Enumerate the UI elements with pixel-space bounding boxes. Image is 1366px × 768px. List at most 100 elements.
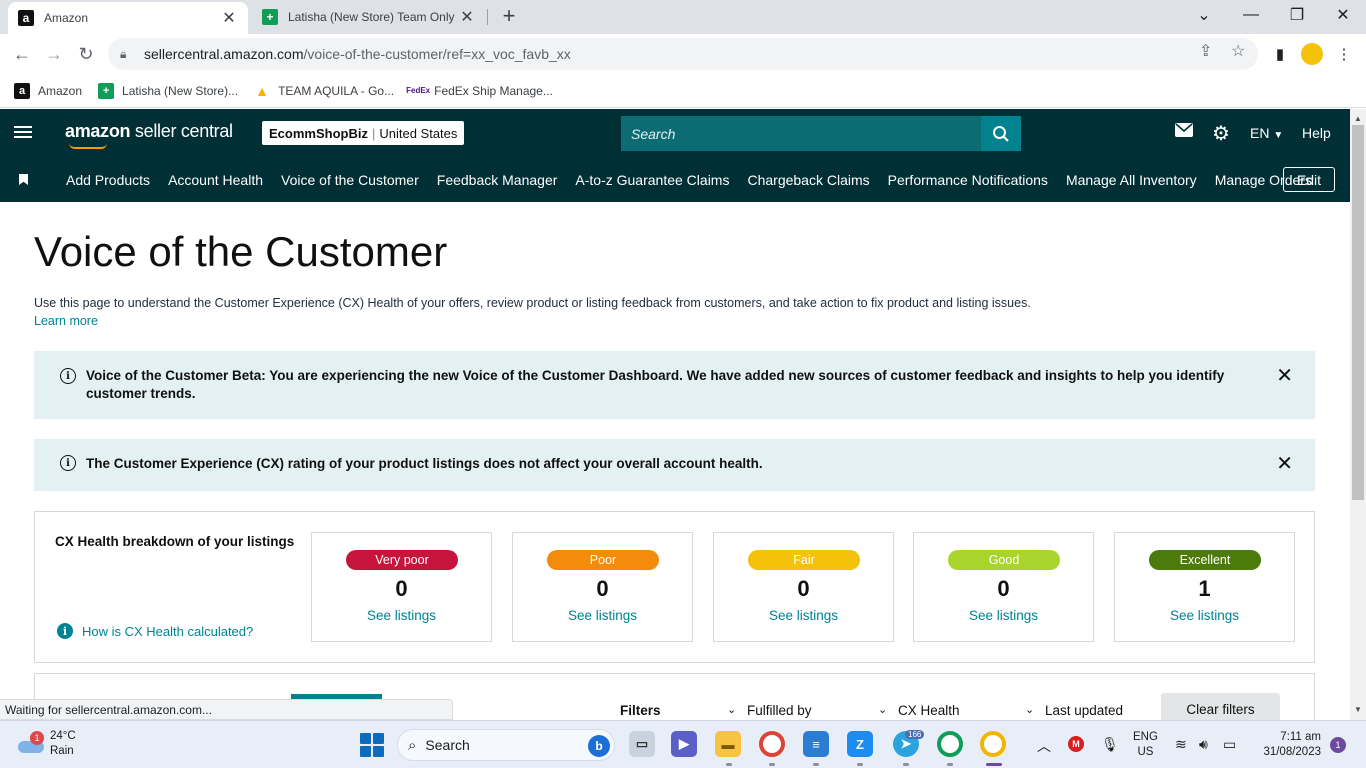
chrome-active-icon[interactable] <box>980 731 1006 757</box>
url-path: /voice-of-the-customer/ref=xx_voc_favb_x… <box>303 46 571 62</box>
close-icon[interactable]: ✕ <box>1276 454 1293 474</box>
nav-account-health[interactable]: Account Health <box>168 172 263 188</box>
tab-latisha-sheet[interactable]: + Latisha (New Store) Team Only - ✕ <box>252 0 486 34</box>
teams-icon[interactable]: ▶ <box>671 731 697 757</box>
tab-title: Latisha (New Store) Team Only - <box>288 10 458 24</box>
nav-feedback-manager[interactable]: Feedback Manager <box>437 172 558 188</box>
bookmark-icon[interactable] <box>19 174 28 185</box>
bookmark-amazon[interactable]: a Amazon <box>14 82 82 99</box>
scroll-down-icon[interactable]: ▼ <box>1350 702 1366 718</box>
close-icon[interactable]: ✕ <box>1276 366 1293 386</box>
weather-widget[interactable]: 1 24°C Rain <box>18 729 76 759</box>
microphone-icon[interactable]: 🎙︎ <box>1101 736 1119 753</box>
back-arrow-icon[interactable]: ← <box>8 40 36 68</box>
chevron-down-icon[interactable]: ⌄ <box>727 703 736 716</box>
close-tab-icon[interactable]: ✕ <box>220 8 238 28</box>
reload-icon[interactable]: ↻ <box>72 40 100 68</box>
chevron-down-icon[interactable]: ⌄ <box>878 703 887 716</box>
nav-manage-all-inventory[interactable]: Manage All Inventory <box>1066 172 1197 188</box>
learn-more-link[interactable]: Learn more <box>34 314 98 328</box>
battery-icon[interactable]: ▭ <box>1223 736 1236 753</box>
running-indicator <box>726 763 732 766</box>
beta-alert-text: Voice of the Customer Beta: You are expe… <box>86 368 1225 401</box>
rating-pill: Excellent <box>1149 550 1261 570</box>
mcafee-icon[interactable]: M <box>1068 736 1084 752</box>
chevron-up-icon[interactable]: ︿ <box>1037 736 1051 756</box>
edit-nav-button[interactable]: Edit <box>1283 167 1335 192</box>
wifi-icon[interactable]: ≋ <box>1175 736 1187 753</box>
search-input[interactable] <box>621 116 981 151</box>
windows-start-icon[interactable] <box>360 733 384 757</box>
mail-icon[interactable] <box>1175 123 1193 142</box>
input-language[interactable]: ENG US <box>1133 730 1158 760</box>
file-explorer-icon[interactable]: ▬ <box>715 731 741 757</box>
volume-icon[interactable]: 🔊︎ <box>1199 736 1208 753</box>
restore-button[interactable]: ❐ <box>1274 0 1320 30</box>
bookmark-team-aquila[interactable]: ▲ TEAM AQUILA - Go... <box>254 83 394 99</box>
bookmark-star-icon[interactable]: ☆ <box>1231 41 1245 61</box>
rating-pill: Poor <box>547 550 659 570</box>
nav-performance-notifications[interactable]: Performance Notifications <box>888 172 1048 188</box>
page-title: Voice of the Customer <box>34 228 448 275</box>
info-icon: i <box>60 368 76 384</box>
windows-taskbar: 1 24°C Rain ⌕ Search b ▭ ▶ ▬ ≡ Z ➤ 166 ︿… <box>0 720 1366 768</box>
chrome-menu-icon[interactable]: ⋮ <box>1330 40 1358 68</box>
notepad-icon[interactable]: ≡ <box>803 731 829 757</box>
caret-down-icon: ▼ <box>1273 130 1284 141</box>
nav-a-to-z-claims[interactable]: A-to-z Guarantee Claims <box>575 172 729 188</box>
page-scrollbar[interactable]: ▲ ▼ <box>1350 109 1366 720</box>
taskbar-search[interactable]: ⌕ Search b <box>397 729 615 761</box>
help-link[interactable]: Help <box>1302 125 1331 141</box>
bookmark-fedex[interactable]: FedEx FedEx Ship Manage... <box>406 83 553 99</box>
search-button[interactable] <box>981 116 1021 151</box>
lock-icon[interactable]: 🔒︎ <box>120 47 134 62</box>
bookmark-latisha[interactable]: + Latisha (New Store)... <box>98 82 239 99</box>
minimize-button[interactable]: — <box>1228 0 1274 30</box>
close-window-button[interactable]: ✕ <box>1320 0 1366 30</box>
see-listings-link[interactable]: See listings <box>714 608 893 623</box>
language-selector[interactable]: EN ▼ <box>1250 125 1283 141</box>
zoom-icon[interactable]: Z <box>847 731 873 757</box>
rating-pill: Fair <box>748 550 860 570</box>
see-listings-link[interactable]: See listings <box>513 608 692 623</box>
last-updated-dropdown[interactable]: Last updated <box>1045 703 1123 718</box>
see-listings-link[interactable]: See listings <box>914 608 1093 623</box>
logo-amazon: amazon <box>65 121 131 141</box>
lang-top: ENG <box>1133 731 1158 743</box>
new-tab-button[interactable]: + <box>498 4 520 28</box>
tab-search-chevron-icon[interactable]: ⌄ <box>1181 0 1227 30</box>
store-separator: | <box>371 125 376 141</box>
chrome-icon[interactable] <box>759 731 785 757</box>
running-indicator <box>947 763 953 766</box>
see-listings-link[interactable]: See listings <box>1115 608 1294 623</box>
share-icon[interactable]: ⇪ <box>1199 41 1212 61</box>
cx-health-help-link[interactable]: i How is CX Health calculated? <box>57 623 253 639</box>
clock[interactable]: 7:11 am 31/08/2023 <box>1255 730 1321 760</box>
nav-add-products[interactable]: Add Products <box>66 172 150 188</box>
bookmark-label: Latisha (New Store)... <box>122 83 239 98</box>
address-bar[interactable]: 🔒︎ sellercentral.amazon.com/voice-of-the… <box>108 38 1258 70</box>
see-listings-link[interactable]: See listings <box>312 608 491 623</box>
store-selector[interactable]: EcommShopBiz | United States <box>262 121 465 145</box>
chrome-profile-icon[interactable] <box>937 731 963 757</box>
profile-avatar[interactable] <box>1298 40 1326 68</box>
hamburger-menu-icon[interactable] <box>14 123 32 143</box>
listing-count: 0 <box>797 576 810 601</box>
seller-central-logo[interactable]: amazon seller central <box>65 121 233 149</box>
scroll-thumb[interactable] <box>1352 125 1364 500</box>
nav-voice-of-the-customer[interactable]: Voice of the Customer <box>281 172 419 188</box>
forward-arrow-icon[interactable]: → <box>40 40 68 68</box>
cx-health-title: CX Health breakdown of your listings <box>55 534 295 549</box>
task-view-icon[interactable]: ▭ <box>629 731 655 757</box>
settings-gear-icon[interactable]: ⚙ <box>1212 121 1230 146</box>
nav-chargeback-claims[interactable]: Chargeback Claims <box>747 172 869 188</box>
cx-health-dropdown[interactable]: CX Health <box>898 703 960 718</box>
side-panel-icon[interactable]: ▮ <box>1266 40 1294 68</box>
tab-amazon[interactable]: a Amazon ✕ <box>8 2 248 34</box>
close-tab-icon[interactable]: ✕ <box>458 7 476 27</box>
chevron-down-icon[interactable]: ⌄ <box>1025 703 1034 716</box>
notification-badge[interactable]: 1 <box>1330 737 1346 753</box>
fulfilled-by-dropdown[interactable]: Fulfilled by <box>747 703 812 718</box>
bing-icon[interactable]: b <box>588 735 610 757</box>
running-indicator <box>857 763 863 766</box>
